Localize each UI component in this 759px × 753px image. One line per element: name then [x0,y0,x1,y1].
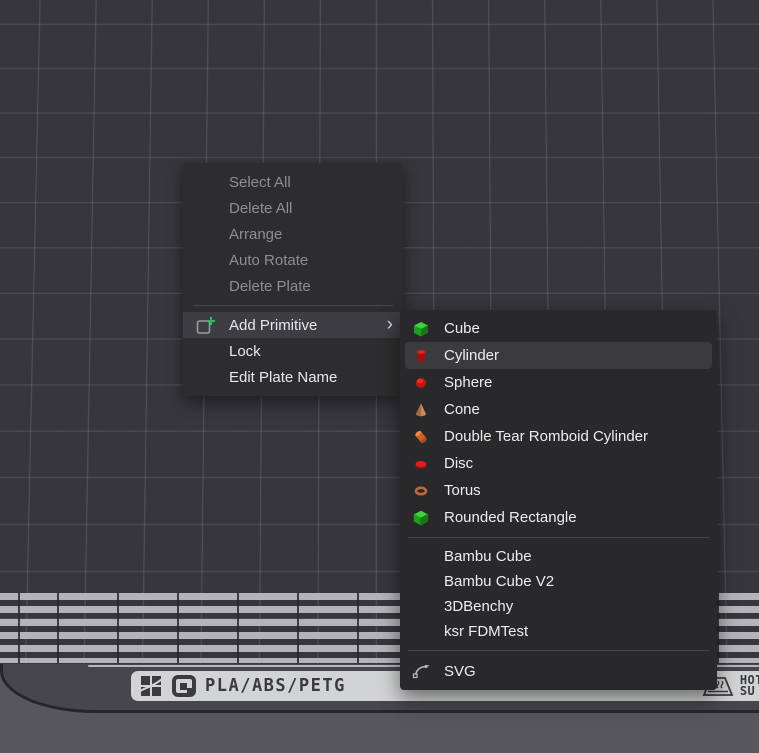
menu-item-label: Edit Plate Name [229,369,337,386]
submenu-item-double-tear-romboid-cylinder[interactable]: Double Tear Romboid Cylinder [400,423,717,450]
submenu-item-label: Cylinder [444,347,499,364]
submenu-item-disc[interactable]: Disc [400,450,717,477]
menu-item-label: Arrange [229,226,282,243]
submenu-item-rounded-rectangle[interactable]: Rounded Rectangle [400,504,717,531]
menu-separator [193,305,393,306]
submenu-item-label: Cone [444,401,480,418]
menu-item-edit-plate-name[interactable]: Edit Plate Name [183,364,403,390]
cube-icon [412,320,434,338]
chevron-right-icon: › [387,315,393,336]
bambu-pinwheel-icon [139,674,163,698]
menu-item-delete-all: Delete All [183,195,403,221]
cone-icon [412,401,434,419]
menu-item-label: Delete All [229,200,292,217]
submenu-item-label: Bambu Cube V2 [444,573,554,590]
submenu-item-svg[interactable]: SVG [400,657,717,685]
submenu-item-label: Bambu Cube [444,548,532,565]
submenu-item-label: Torus [444,482,481,499]
cylinder-icon [412,347,434,365]
submenu-item-cube[interactable]: Cube [400,315,717,342]
menu-item-delete-plate: Delete Plate [183,273,403,299]
submenu-separator [408,650,709,651]
submenu-item-cone[interactable]: Cone [400,396,717,423]
submenu-item-label: ksr FDMTest [444,623,528,640]
menu-item-label: Lock [229,343,261,360]
submenu-item-sphere[interactable]: Sphere [400,369,717,396]
submenu-item-label: Rounded Rectangle [444,509,577,526]
menu-item-lock[interactable]: Lock [183,338,403,364]
menu-item-label: Delete Plate [229,278,311,295]
submenu-separator [408,537,709,538]
disc-icon [412,455,434,473]
menu-item-label: Add Primitive [229,317,317,334]
submenu-item-label: Cube [444,320,480,337]
submenu-item-label: SVG [444,663,476,680]
hot-surface-text: HOT SU [740,675,759,697]
torus-icon [412,482,434,500]
bezier-curve-icon [412,662,434,680]
submenu-item-ksr-fdmtest[interactable]: ksr FDMTest [400,619,717,644]
plate-context-menu: Select All Delete All Arrange Auto Rotat… [183,163,403,396]
submenu-item-label: Double Tear Romboid Cylinder [444,428,648,445]
menu-item-label: Auto Rotate [229,252,308,269]
menu-item-auto-rotate: Auto Rotate [183,247,403,273]
rounded-rectangle-icon [412,509,434,527]
submenu-item-3dbenchy[interactable]: 3DBenchy [400,594,717,619]
submenu-item-label: 3DBenchy [444,598,513,615]
submenu-item-cylinder[interactable]: Cylinder [405,342,712,369]
submenu-item-torus[interactable]: Torus [400,477,717,504]
menu-item-label: Select All [229,174,291,191]
add-primitive-icon [195,315,229,336]
plate-material-label: PLA/ABS/PETG [205,676,346,697]
menu-item-add-primitive[interactable]: Add Primitive › [183,312,403,338]
submenu-item-label: Disc [444,455,473,472]
submenu-item-label: Sphere [444,374,492,391]
double-tear-romboid-cylinder-icon [412,428,434,446]
add-primitive-submenu: Cube Cylinder Sphere Cone [400,310,717,690]
submenu-item-bambu-cube-v2[interactable]: Bambu Cube V2 [400,569,717,594]
sphere-icon [412,374,434,392]
menu-item-arrange: Arrange [183,221,403,247]
bambu-b-icon [171,674,197,698]
submenu-item-bambu-cube[interactable]: Bambu Cube [400,544,717,569]
menu-item-select-all: Select All [183,169,403,195]
